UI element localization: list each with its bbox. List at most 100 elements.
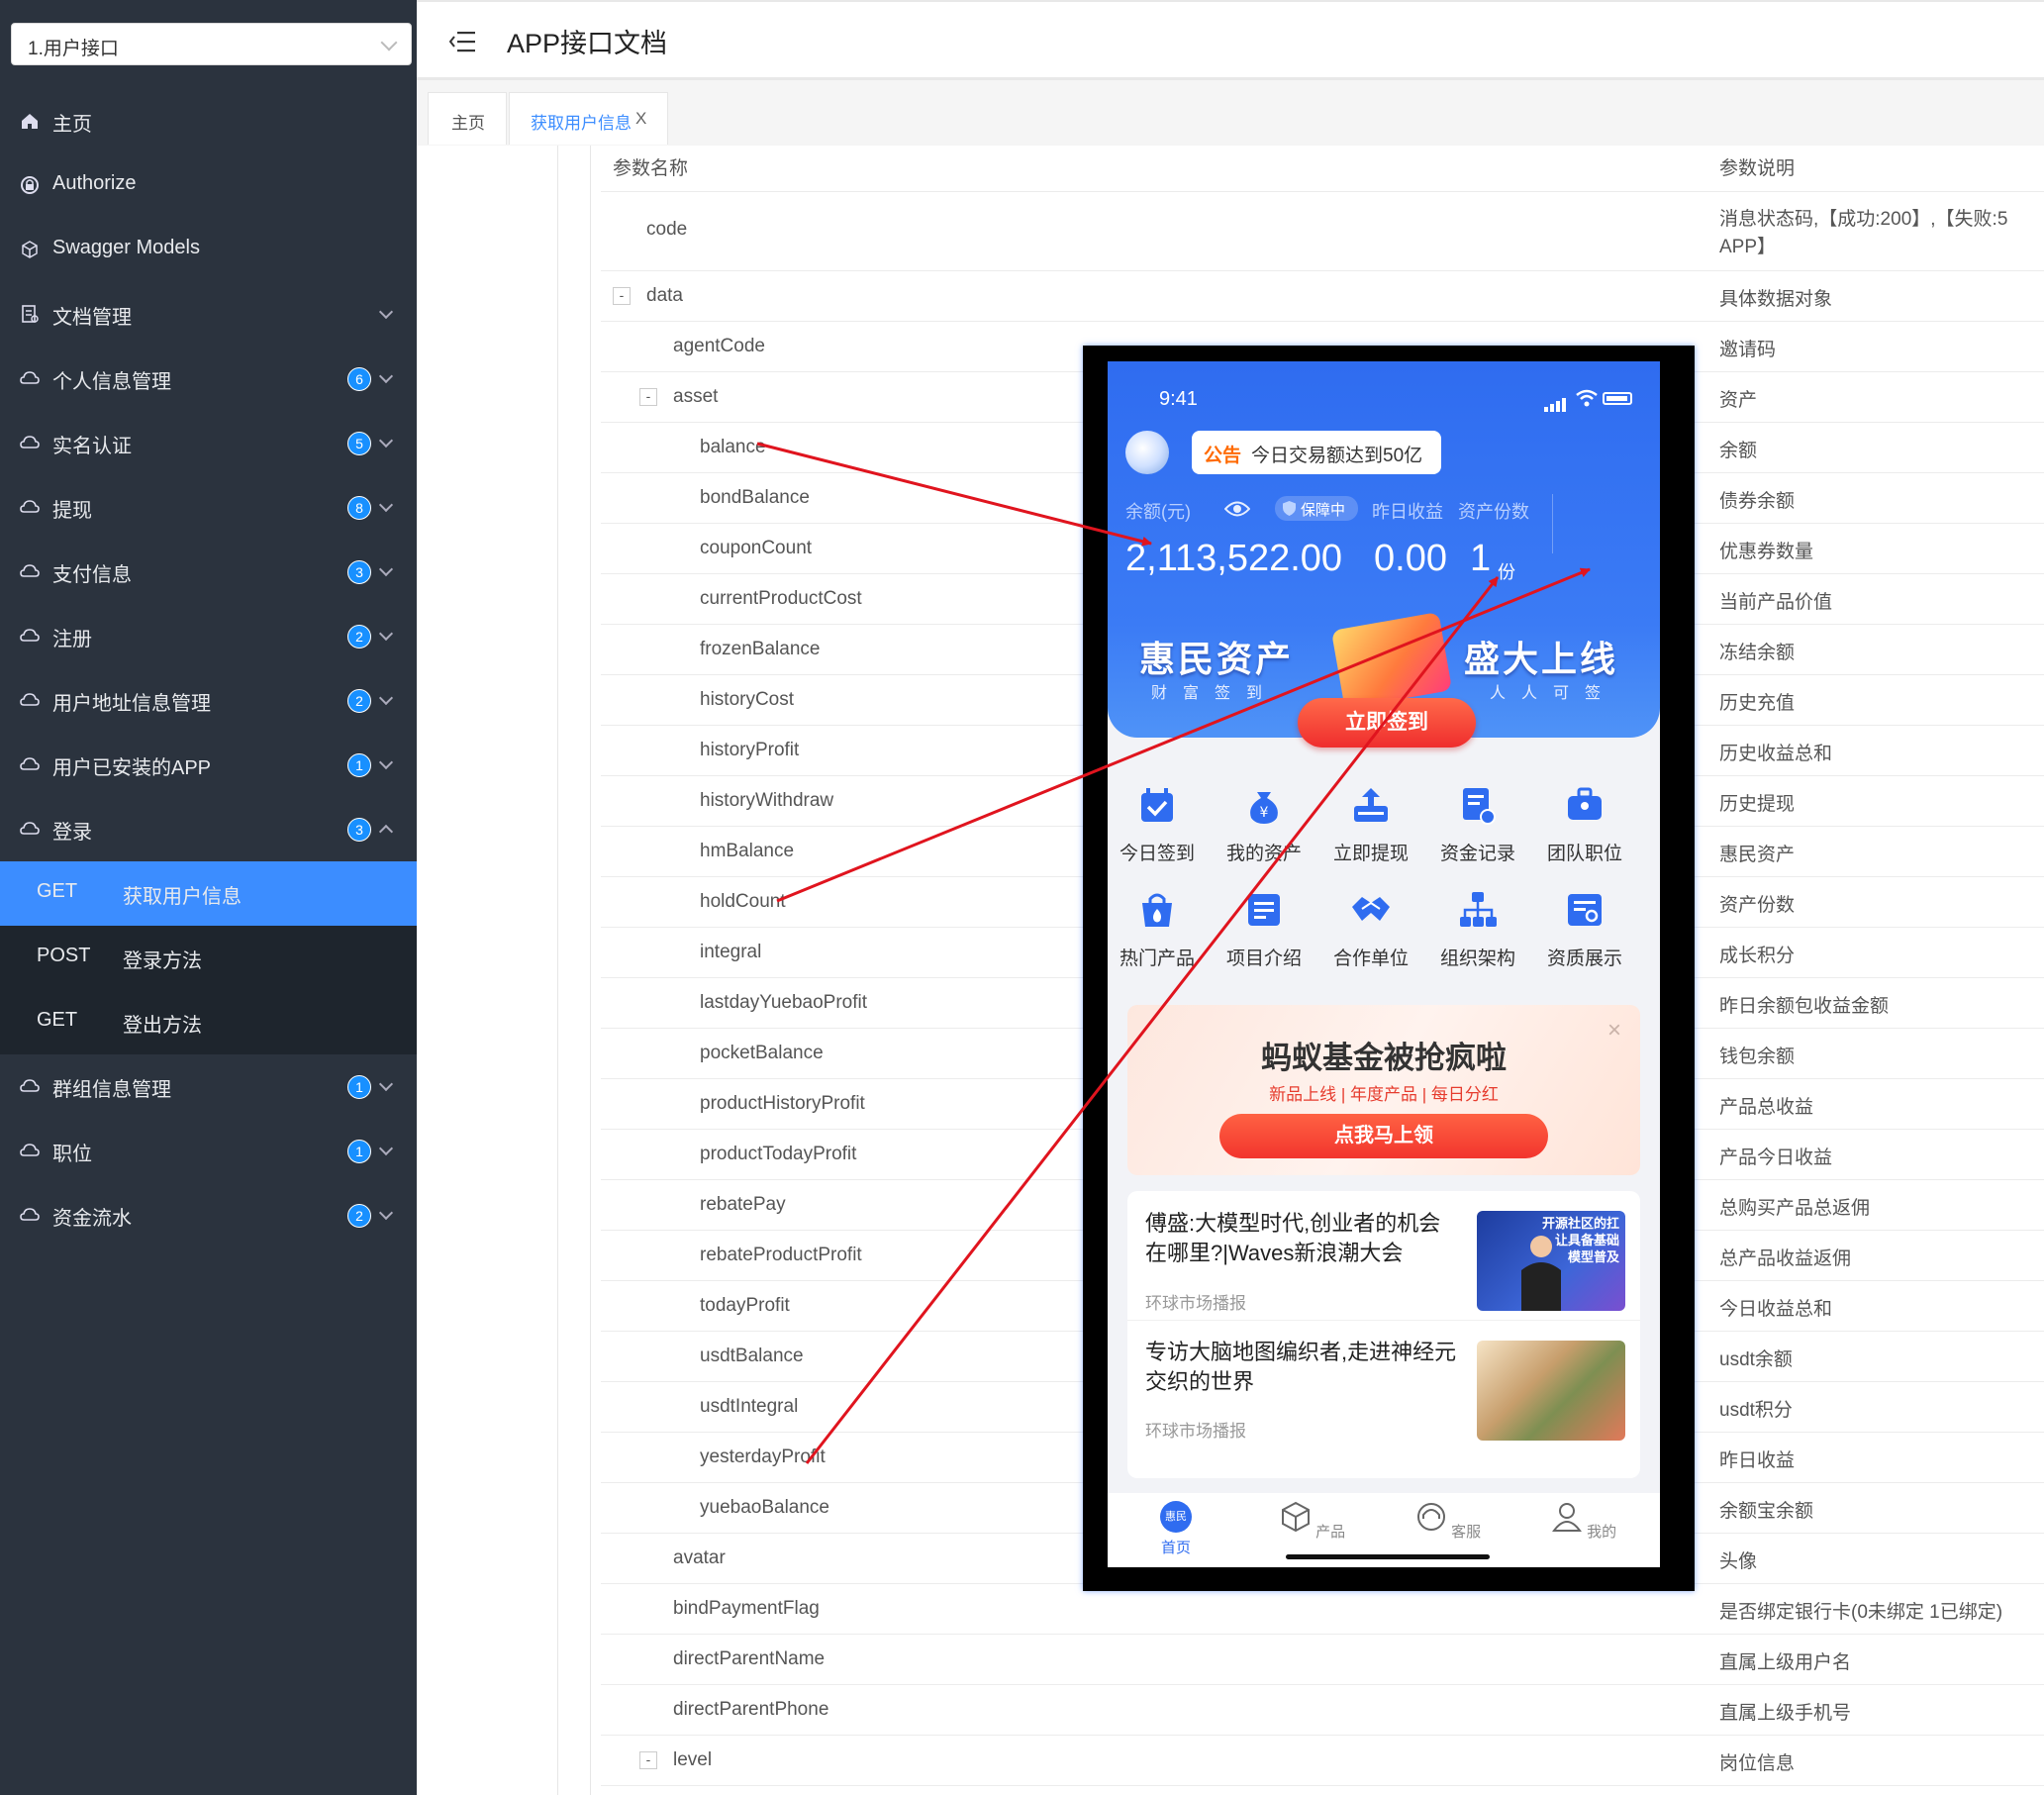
phone-tab-home[interactable]: 惠民 首页	[1136, 1501, 1216, 1557]
count-badge: 8	[347, 496, 371, 520]
api-group-select[interactable]: 1.用户接口	[11, 23, 412, 65]
param-name: avatar	[673, 1547, 726, 1568]
sidebar-item[interactable]: 登录 3	[0, 797, 417, 861]
menu-fold-icon[interactable]	[449, 31, 475, 52]
param-name: bondBalance	[700, 487, 810, 508]
collapse-toggle[interactable]: -	[613, 287, 631, 305]
param-desc: 头像	[1719, 1551, 1758, 1572]
tab-close-icon[interactable]: X	[635, 109, 646, 129]
chevron-down-icon	[378, 561, 394, 577]
param-desc: 冻结余额	[1719, 643, 1796, 663]
sidebar: 1.用户接口 主页 Authorize Swagger Models 文档管理 个人信息…	[0, 0, 417, 1795]
param-name: rebatePay	[700, 1194, 786, 1215]
http-method: POST	[37, 945, 91, 966]
param-desc: 余额宝余额	[1719, 1501, 1814, 1522]
tab-home-label: 主页	[451, 114, 485, 133]
calendar-check-icon	[1141, 788, 1173, 822]
sidebar-item[interactable]: Swagger Models	[0, 218, 417, 282]
sidebar-item-label: 注册	[52, 629, 92, 650]
param-name: frozenBalance	[700, 639, 821, 659]
http-method: GET	[37, 1009, 78, 1031]
page-title: APP接口文档	[507, 29, 668, 58]
param-name: productTodayProfit	[700, 1144, 857, 1164]
feature-grid-item[interactable]: 合作单位	[1321, 889, 1420, 970]
sidebar-item-label: Authorize	[52, 172, 137, 194]
sidebar-item[interactable]: 提现 8	[0, 475, 417, 540]
feature-grid-label: 合作单位	[1332, 948, 1409, 969]
feature-grid-item[interactable]: ¥ 我的资产	[1215, 784, 1314, 865]
feature-grid-label: 项目介绍	[1225, 948, 1302, 969]
feature-grid-item[interactable]: 立即提现	[1321, 784, 1420, 865]
wifi-icon	[1576, 389, 1598, 407]
notice-bar[interactable]: 公告 今日交易额达到50亿	[1192, 431, 1441, 474]
param-name: directParentName	[673, 1648, 826, 1669]
sidebar-sub-item[interactable]: GET 获取用户信息	[0, 861, 417, 926]
home-indicator	[1286, 1554, 1490, 1559]
phone-tab-product[interactable]: 产品	[1273, 1501, 1352, 1542]
sidebar-item[interactable]: 用户已安装的APP 1	[0, 733, 417, 797]
phone-tab-mine[interactable]: 我的	[1544, 1501, 1623, 1542]
news-thumbnail[interactable]: 开源社区的扛 让具备基础 模型普及	[1477, 1211, 1625, 1311]
sidebar-item[interactable]: 用户地址信息管理 2	[0, 668, 417, 733]
feature-grid-item[interactable]: 团队职位	[1535, 784, 1634, 865]
param-name: historyWithdraw	[700, 790, 834, 811]
param-desc: 债券余额	[1719, 491, 1796, 512]
sidebar-item[interactable]: 个人信息管理 6	[0, 347, 417, 411]
param-desc: 直属上级用户名	[1719, 1652, 1852, 1673]
sidebar-sub-item-label: 获取用户信息	[123, 886, 242, 908]
count-badge: 2	[347, 625, 371, 648]
phone-tab-service[interactable]: 客服	[1409, 1501, 1488, 1542]
sidebar-item[interactable]: 职位 1	[0, 1119, 417, 1183]
sidebar-item[interactable]: 支付信息 3	[0, 540, 417, 604]
news-source: 环球市场播报	[1145, 1422, 1246, 1441]
param-name: couponCount	[700, 538, 813, 558]
feature-grid-item[interactable]: 资金记录	[1428, 784, 1527, 865]
eye-icon[interactable]	[1224, 500, 1250, 518]
feature-grid-item[interactable]: 资质展示	[1535, 889, 1634, 970]
tab-get-user-info[interactable]: 获取用户信息 X	[509, 92, 668, 145]
sidebar-item[interactable]: 群组信息管理 1	[0, 1054, 417, 1119]
sidebar-item-label: 用户地址信息管理	[52, 693, 211, 715]
sidebar-sub-item[interactable]: GET 登出方法	[0, 990, 417, 1054]
feature-grid-label: 资金记录	[1439, 844, 1515, 864]
tab-home[interactable]: 主页	[428, 92, 507, 145]
feature-grid-item[interactable]: 今日签到	[1108, 784, 1207, 865]
param-name: agentCode	[673, 336, 765, 356]
collapse-toggle[interactable]: -	[639, 388, 657, 406]
avatar[interactable]	[1125, 431, 1169, 474]
param-desc: 具体数据对象	[1719, 289, 1833, 310]
certificate-icon	[1568, 894, 1602, 926]
feature-grid-item[interactable]: 热门产品	[1108, 889, 1207, 970]
count-badge: 1	[347, 1140, 371, 1163]
protect-badge: 保障中	[1275, 496, 1358, 521]
withdraw-icon	[1354, 788, 1388, 822]
yesterday-value: 0.00	[1374, 538, 1447, 579]
column-header: 参数说明	[1719, 158, 1796, 179]
news-title[interactable]: 傅盛:大模型时代,创业者的机会在哪里?|Waves新浪潮大会	[1145, 1209, 1462, 1268]
sidebar-sub-item[interactable]: POST 登录方法	[0, 926, 417, 990]
home-logo-icon: 惠民	[1160, 1501, 1192, 1533]
sidebar-item[interactable]: 注册 2	[0, 604, 417, 668]
feature-grid-label: 今日签到	[1119, 844, 1195, 864]
signin-button[interactable]: 立即签到	[1298, 698, 1476, 748]
collapse-toggle[interactable]: -	[639, 1751, 657, 1769]
record-icon	[1463, 788, 1496, 825]
sidebar-item[interactable]: 资金流水 2	[0, 1183, 417, 1247]
news-thumbnail[interactable]	[1477, 1341, 1625, 1441]
sidebar-item[interactable]: 实名认证 5	[0, 411, 417, 475]
sidebar-item[interactable]: 文档管理	[0, 282, 417, 347]
count-badge: 2	[347, 1204, 371, 1228]
param-desc: 昨日余额包收益金额	[1719, 996, 1890, 1017]
close-icon[interactable]: ×	[1607, 1017, 1621, 1045]
banner-right-title: 盛大上线	[1464, 639, 1619, 679]
promo-card[interactable]: 蚂蚁基金被抢疯啦 新品上线 | 年度产品 | 每日分红 点我马上领 ×	[1127, 1005, 1640, 1175]
feature-grid-item[interactable]: 项目介绍	[1215, 889, 1314, 970]
param-desc: 是否绑定银行卡(0未绑定 1已绑定)	[1719, 1602, 2003, 1623]
news-title[interactable]: 专访大脑地图编织者,走进神经元交织的世界	[1145, 1338, 1462, 1397]
sidebar-item[interactable]: 主页	[0, 89, 417, 153]
promo-button[interactable]: 点我马上领	[1219, 1114, 1548, 1158]
sidebar-item[interactable]: Authorize	[0, 153, 417, 218]
phone-screen: 9:41 公告 今日交易额达到50亿 余额(元) 保障中 昨日收益 资产份数 2…	[1108, 361, 1660, 1567]
param-name: todayProfit	[700, 1295, 790, 1316]
feature-grid-item[interactable]: 组织架构	[1428, 889, 1527, 970]
